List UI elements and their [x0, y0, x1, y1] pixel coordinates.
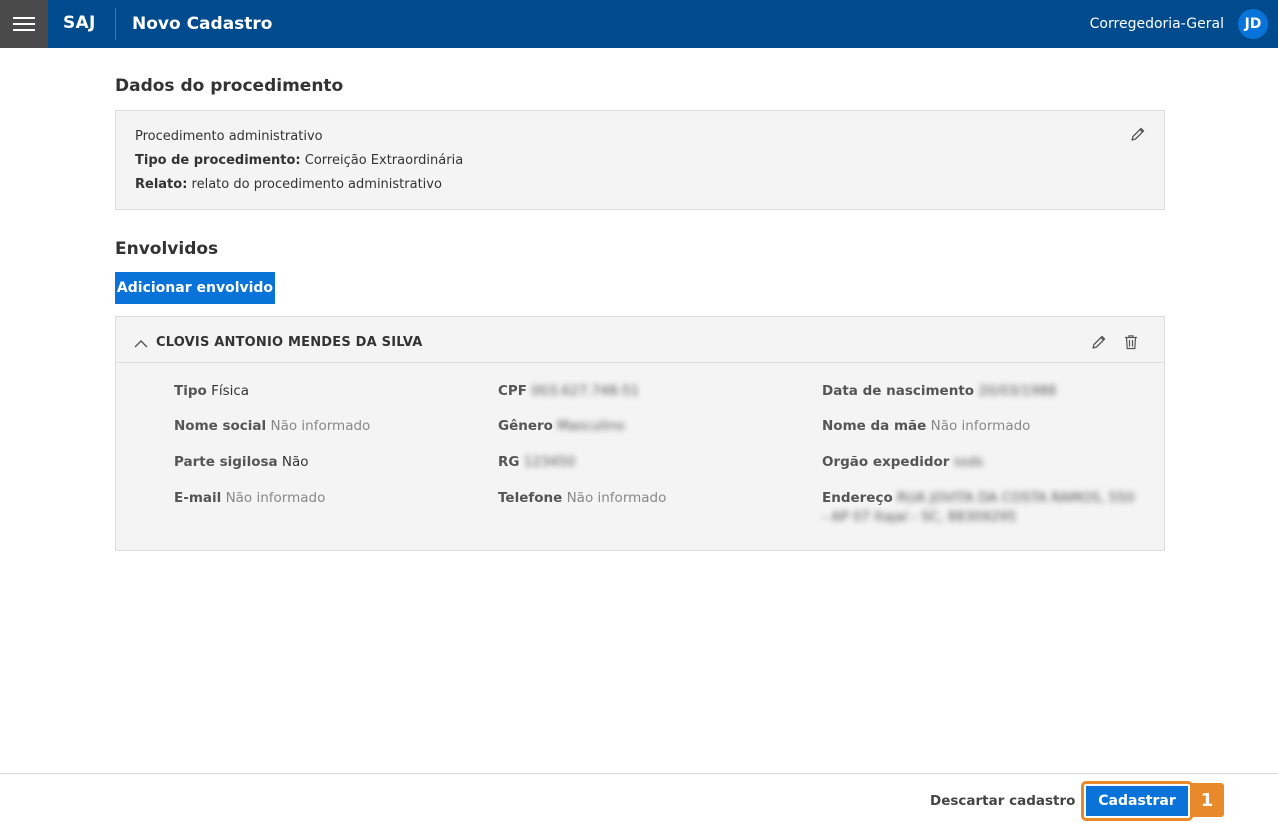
- field-data-nascimento-label: Data de nascimento: [822, 383, 975, 399]
- procedure-summary-card: Procedimento administrativo Tipo de proc…: [115, 110, 1165, 210]
- field-cpf-label: CPF: [498, 383, 528, 399]
- field-rg-label: RG: [498, 454, 520, 470]
- delete-person-trash-icon[interactable]: [1121, 332, 1141, 352]
- hamburger-menu-icon[interactable]: [0, 0, 48, 48]
- field-endereco-value-line1: RUA JOVITA DA COSTA RAMOS, 550: [897, 490, 1135, 506]
- procedure-kind-label: Tipo de procedimento:: [135, 153, 301, 168]
- field-email: E-mail Não informado: [174, 489, 325, 508]
- submit-highlight: Cadastrar: [1081, 781, 1193, 821]
- procedure-report-label: Relato:: [135, 177, 188, 192]
- edit-procedure-pencil-icon[interactable]: [1128, 124, 1148, 144]
- add-involved-button[interactable]: Adicionar envolvido: [115, 272, 275, 304]
- field-rg: RG 123450: [498, 453, 575, 472]
- involved-person-header[interactable]: CLOVIS ANTONIO MENDES DA SILVA: [116, 317, 1164, 363]
- field-cpf: CPF 003.627.748-51: [498, 382, 639, 401]
- page-title: Novo Cadastro: [132, 14, 273, 34]
- field-orgao-expedidor-value: ssds: [953, 454, 984, 470]
- field-endereco: Endereço RUA JOVITA DA COSTA RAMOS, 550 …: [822, 489, 1142, 527]
- field-tipo: Tipo Física: [174, 382, 249, 401]
- field-data-nascimento-value: 20/03/1988: [978, 383, 1057, 399]
- field-nome-mae: Nome da mãe Não informado: [822, 417, 1030, 436]
- field-nome-social: Nome social Não informado: [174, 417, 370, 436]
- field-nome-mae-value: Não informado: [930, 418, 1031, 434]
- procedure-kind-value: Correição Extraordinária: [304, 153, 464, 168]
- field-email-value: Não informado: [225, 490, 326, 506]
- field-parte-sigilosa-value: Não: [281, 454, 309, 470]
- submit-button[interactable]: Cadastrar: [1086, 786, 1188, 816]
- procedure-report-line: Relato: relato do procedimento administr…: [135, 177, 442, 192]
- brand-logo[interactable]: SAJ: [63, 13, 96, 33]
- procedure-type-line: Procedimento administrativo: [135, 129, 323, 144]
- field-nome-social-value: Não informado: [270, 418, 371, 434]
- step-number-badge: 1: [1190, 783, 1224, 817]
- edit-person-pencil-icon[interactable]: [1089, 332, 1109, 352]
- top-bar: SAJ Novo Cadastro Corregedoria-Geral JD: [0, 0, 1278, 48]
- field-email-label: E-mail: [174, 490, 222, 506]
- field-telefone: Telefone Não informado: [498, 489, 666, 508]
- involved-person-card: CLOVIS ANTONIO MENDES DA SILVA Tipo Físi…: [115, 316, 1165, 551]
- field-endereco-value-line2: - AP 07 Itajaí - SC, 88309295: [822, 509, 1017, 525]
- field-orgao-expedidor-label: Orgão expedidor: [822, 454, 950, 470]
- user-avatar[interactable]: JD: [1238, 9, 1268, 39]
- field-nome-social-label: Nome social: [174, 418, 267, 434]
- field-telefone-value: Não informado: [566, 490, 667, 506]
- field-rg-value: 123450: [523, 454, 576, 470]
- brand-divider: [115, 8, 116, 40]
- field-parte-sigilosa: Parte sigilosa Não: [174, 453, 309, 472]
- field-tipo-label: Tipo: [174, 383, 207, 399]
- footer-action-bar: Descartar cadastro Cadastrar 1: [0, 773, 1278, 823]
- discard-button[interactable]: Descartar cadastro: [930, 793, 1075, 809]
- procedure-section-title: Dados do procedimento: [115, 76, 344, 96]
- chevron-up-icon[interactable]: [134, 334, 148, 353]
- field-genero: Gênero Masculino: [498, 417, 624, 436]
- field-orgao-expedidor: Orgão expedidor ssds: [822, 453, 983, 472]
- field-data-nascimento: Data de nascimento 20/03/1988: [822, 382, 1056, 401]
- field-parte-sigilosa-label: Parte sigilosa: [174, 454, 278, 470]
- field-endereco-label: Endereço: [822, 490, 893, 506]
- field-genero-value: Masculino: [557, 418, 625, 434]
- field-telefone-label: Telefone: [498, 490, 563, 506]
- field-cpf-value: 003.627.748-51: [531, 383, 640, 399]
- procedure-kind-line: Tipo de procedimento: Correição Extraord…: [135, 153, 463, 168]
- involved-person-name: CLOVIS ANTONIO MENDES DA SILVA: [156, 335, 423, 350]
- field-genero-label: Gênero: [498, 418, 553, 434]
- field-tipo-value: Física: [211, 383, 250, 399]
- procedure-report-value: relato do procedimento administrativo: [191, 177, 442, 192]
- org-selector[interactable]: Corregedoria-Geral: [1090, 16, 1224, 32]
- involved-section-title: Envolvidos: [115, 239, 219, 259]
- field-nome-mae-label: Nome da mãe: [822, 418, 927, 434]
